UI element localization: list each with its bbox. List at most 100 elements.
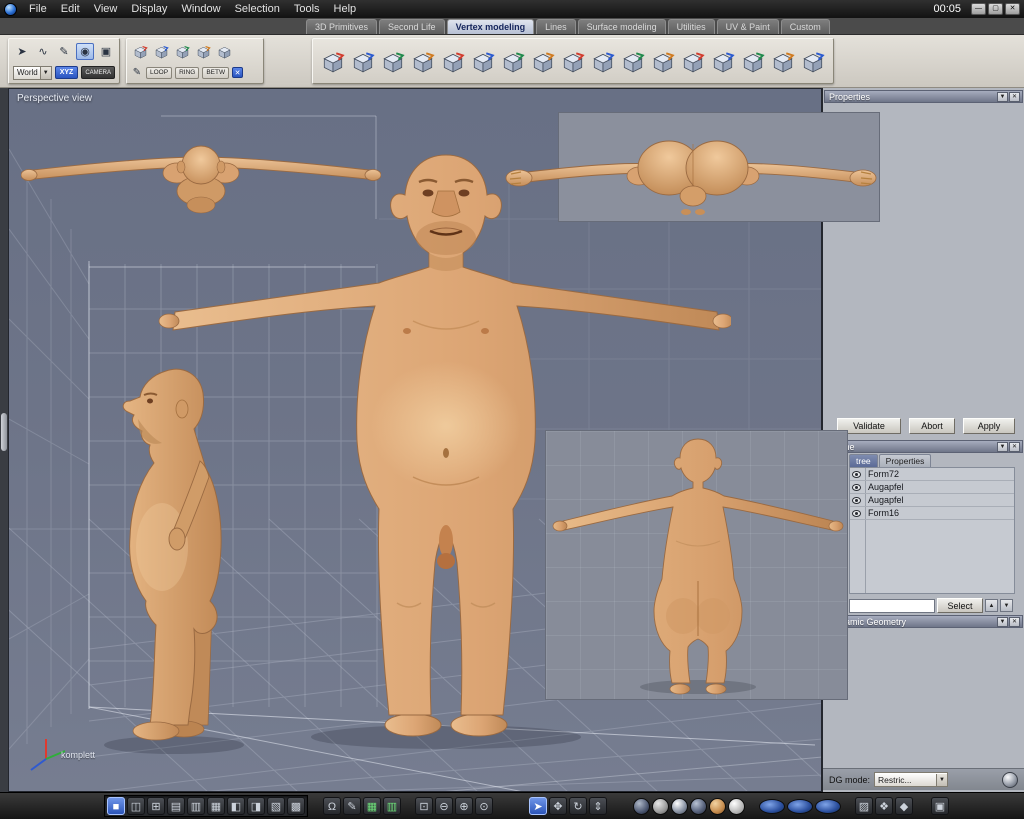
pan-icon[interactable]: ✥	[549, 797, 567, 815]
vm-tool-15-icon[interactable]	[741, 50, 765, 73]
vm-tool-12-icon[interactable]	[651, 50, 675, 73]
select-camera-icon[interactable]: ▣	[97, 43, 115, 60]
scene-down-icon[interactable]: ▼	[1000, 599, 1013, 612]
tab-second-life[interactable]: Second Life	[379, 19, 445, 34]
tab-scenetree[interactable]: tree	[849, 454, 878, 467]
properties-panel-header[interactable]: Properties ▼ ✕	[824, 90, 1023, 103]
hide-other-oval-icon[interactable]	[787, 798, 813, 814]
close-icon[interactable]: ✕	[1009, 616, 1020, 627]
app-icon[interactable]	[4, 2, 17, 16]
select-freehand-icon[interactable]: ∿	[34, 43, 52, 60]
vm-tool-8-icon[interactable]	[531, 50, 555, 73]
visibility-eye-icon[interactable]	[852, 483, 861, 491]
close-icon[interactable]: ✕	[1009, 441, 1020, 452]
zoom-fit-icon[interactable]: ⊙	[475, 797, 493, 815]
close-icon[interactable]: ✕	[1009, 91, 1020, 102]
menu-edit[interactable]: Edit	[54, 3, 87, 15]
frame-region-icon[interactable]: ⊡	[415, 797, 433, 815]
scene-up-icon[interactable]: ▲	[985, 599, 998, 612]
camera-toggle-button[interactable]: CAMERA	[81, 66, 115, 79]
table-green-icon[interactable]: ▦	[363, 797, 381, 815]
zoom-out-icon[interactable]: ⊖	[435, 797, 453, 815]
scene-tree-item[interactable]: Form16	[850, 507, 1014, 520]
mode-object-icon[interactable]	[194, 43, 212, 60]
dynamic-geometry-header[interactable]: Dynamic Geometry ▼ ✕	[824, 615, 1023, 628]
show-all-oval-icon[interactable]	[759, 798, 785, 814]
visibility-eye-icon[interactable]	[852, 470, 861, 478]
model-top-view-left[interactable]	[21, 131, 381, 219]
scene-tree-item[interactable]: Augapfel	[850, 481, 1014, 494]
vm-tool-7-icon[interactable]	[501, 50, 525, 73]
menu-file[interactable]: File	[22, 3, 54, 15]
layout-right-split-icon[interactable]: ◨	[247, 797, 265, 815]
collapse-icon[interactable]: ▼	[997, 91, 1008, 102]
tab-uv-paint[interactable]: UV & Paint	[716, 19, 779, 34]
ring-button[interactable]: RING	[175, 66, 200, 79]
visibility-eye-icon[interactable]	[852, 496, 861, 504]
scene-tree-item[interactable]: Augapfel	[850, 494, 1014, 507]
layout-three-icon[interactable]: ▧	[267, 797, 285, 815]
wireframe-sphere-icon[interactable]	[633, 797, 650, 815]
zoom-in-icon[interactable]: ⊕	[455, 797, 473, 815]
abort-button[interactable]: Abort	[909, 418, 955, 434]
menu-window[interactable]: Window	[174, 3, 227, 15]
tab-scene-properties[interactable]: Properties	[878, 454, 932, 467]
layout-two-vertical-icon[interactable]: ◫	[127, 797, 145, 815]
layout-left-split-icon[interactable]: ◧	[227, 797, 245, 815]
orbit-icon[interactable]: ↻	[569, 797, 587, 815]
model-side-view[interactable]	[104, 357, 289, 757]
render-camera-icon[interactable]: ▣	[931, 797, 949, 815]
select-cursor-icon[interactable]: ➤	[13, 43, 31, 60]
select-sphere-icon[interactable]: ◉	[76, 43, 94, 60]
mode-edges-icon[interactable]	[152, 43, 170, 60]
layout-rows-icon[interactable]: ▤	[167, 797, 185, 815]
smooth-sphere-icon[interactable]	[671, 797, 688, 815]
vm-tool-5-icon[interactable]	[441, 50, 465, 73]
edge-pen-icon[interactable]: ✎	[131, 67, 143, 78]
layout-columns-icon[interactable]: ▥	[187, 797, 205, 815]
vm-tool-9-icon[interactable]	[561, 50, 585, 73]
dolly-icon[interactable]: ⇕	[589, 797, 607, 815]
world-dropdown[interactable]: World ▼	[13, 65, 52, 80]
panel-drag-handle[interactable]	[1, 413, 7, 451]
chevron-down-icon[interactable]: ▼	[936, 773, 948, 786]
menu-help[interactable]: Help	[327, 3, 364, 15]
scene-panel-header[interactable]: Scene ▼ ✕	[824, 440, 1023, 453]
visibility-eye-icon[interactable]	[852, 509, 861, 517]
table-green-2-icon[interactable]: ▥	[383, 797, 401, 815]
vm-tool-3-icon[interactable]	[381, 50, 405, 73]
maximize-button[interactable]: ▢	[988, 3, 1003, 15]
select-paint-icon[interactable]: ✎	[55, 43, 73, 60]
scene-filter-input[interactable]	[849, 598, 935, 613]
layout-single-icon[interactable]: ■	[107, 797, 125, 815]
vm-tool-6-icon[interactable]	[471, 50, 495, 73]
ghost-oval-icon[interactable]	[815, 798, 841, 814]
collapse-icon[interactable]: ▼	[997, 616, 1008, 627]
tab-custom[interactable]: Custom	[780, 19, 830, 34]
apply-button[interactable]: Apply	[963, 418, 1015, 434]
chevron-down-icon[interactable]: ▼	[39, 66, 51, 79]
point-light-icon[interactable]	[728, 797, 745, 815]
vm-tool-10-icon[interactable]	[591, 50, 615, 73]
scene-tree-item[interactable]: Form72	[850, 468, 1014, 481]
select-button[interactable]: Select	[937, 598, 983, 613]
layout-grid-icon[interactable]: ▦	[207, 797, 225, 815]
dg-sphere-icon[interactable]	[1002, 771, 1018, 788]
vm-tool-11-icon[interactable]	[621, 50, 645, 73]
menu-tools[interactable]: Tools	[287, 3, 327, 15]
tab-3d-primitives[interactable]: 3D Primitives	[306, 19, 378, 34]
uv-tools-icon[interactable]: ❖	[875, 797, 893, 815]
model-back-view[interactable]	[546, 431, 849, 701]
back-view-window[interactable]	[545, 430, 848, 700]
magnet-icon[interactable]: Ω	[323, 797, 341, 815]
betw-button[interactable]: BETW	[202, 66, 230, 79]
texture-icon[interactable]: ◆	[895, 797, 913, 815]
tab-surface-modeling[interactable]: Surface modeling	[577, 19, 666, 34]
menu-display[interactable]: Display	[124, 3, 174, 15]
clear-selection-icon[interactable]: ✕	[232, 67, 244, 78]
vm-tool-17-icon[interactable]	[801, 50, 825, 73]
vm-tool-13-icon[interactable]	[681, 50, 705, 73]
xyz-toggle-button[interactable]: XYZ	[54, 66, 79, 79]
vm-tool-2-icon[interactable]	[351, 50, 375, 73]
model-top-view-right[interactable]	[505, 124, 877, 218]
